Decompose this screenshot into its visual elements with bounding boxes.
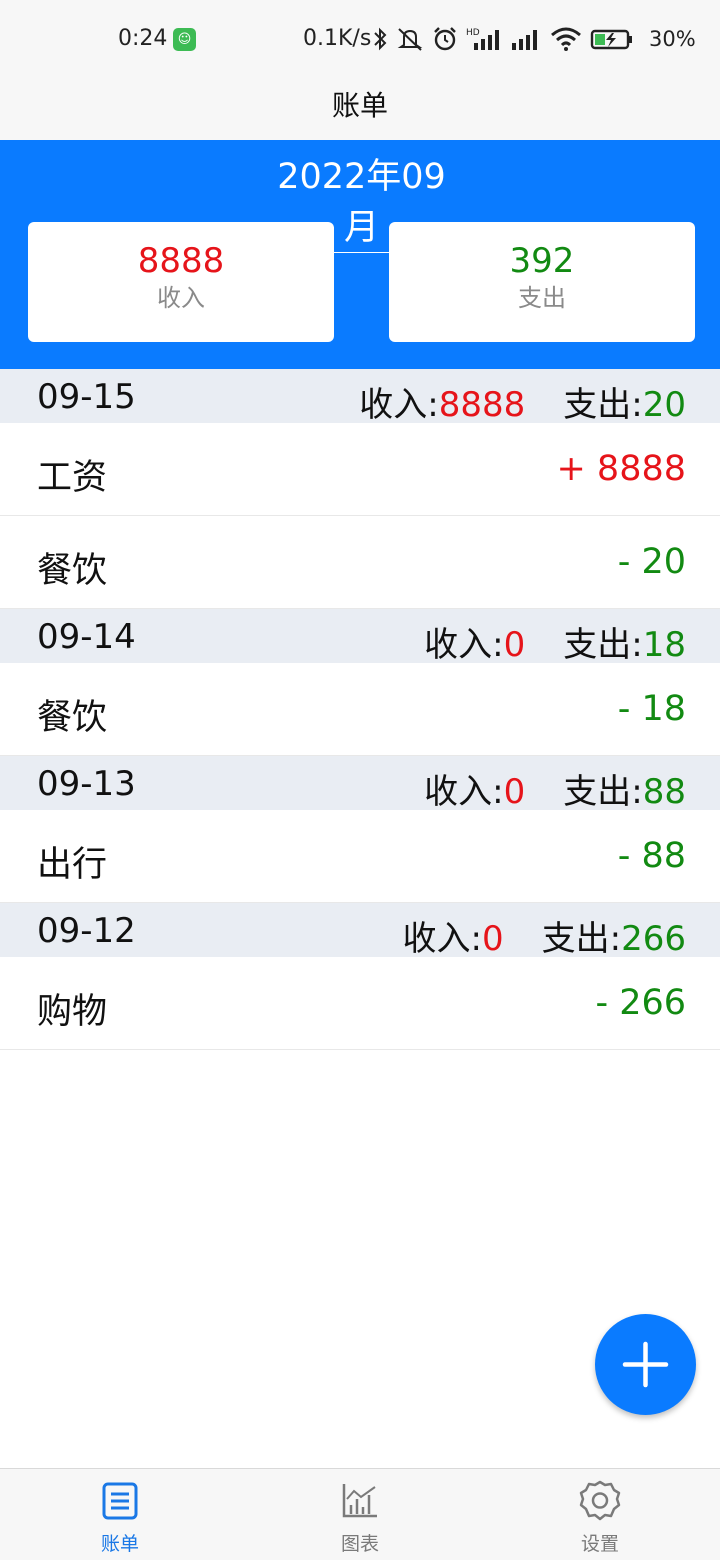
bottom-nav: 账单 图表 设置 — [0, 1468, 720, 1560]
day-date: 09-14 — [37, 617, 136, 657]
expense-label: 支出 — [518, 284, 566, 312]
day-date: 09-12 — [37, 911, 136, 951]
transaction-category: 餐饮 — [37, 551, 108, 591]
transaction-amount: - 266 — [595, 983, 686, 1023]
nav-label: 账单 — [100, 1533, 139, 1555]
signal-icon — [512, 30, 537, 50]
day-income: 8888 — [438, 385, 526, 425]
day-sums: 收入:0 支出:88 — [424, 764, 686, 813]
transaction-amount: - 20 — [617, 542, 686, 582]
transaction-row[interactable]: 餐饮 - 20 — [0, 516, 720, 609]
day-income: 0 — [503, 772, 526, 812]
settings-gear-icon — [579, 1480, 621, 1521]
income-card[interactable]: 8888 收入 — [28, 222, 334, 342]
income-prefix: 收入: — [424, 772, 504, 812]
chart-icon — [342, 1484, 377, 1518]
transaction-category: 购物 — [37, 992, 108, 1032]
expense-prefix: 支出: — [563, 625, 643, 665]
title-bar: 账单 — [0, 80, 720, 140]
day-income: 0 — [503, 625, 526, 665]
page-title: 账单 — [331, 89, 388, 122]
day-expense: 20 — [642, 385, 686, 425]
nav-tab-charts[interactable]: 图表 — [240, 1469, 480, 1560]
income-total: 8888 — [137, 241, 225, 281]
nav-label: 设置 — [580, 1533, 619, 1555]
app-notification-icon: ☺ — [173, 28, 196, 51]
status-bar: 0:24 ☺ 0.1K/s HD 30% — [0, 0, 720, 80]
day-expense: 88 — [642, 772, 686, 812]
income-prefix: 收入: — [359, 385, 439, 425]
transaction-amount: - 88 — [617, 836, 686, 876]
day-expense: 18 — [642, 625, 686, 665]
bluetooth-icon — [374, 27, 387, 51]
expense-prefix: 支出: — [541, 919, 622, 959]
day-header: 09-15 收入:8888 支出:20 — [0, 369, 720, 426]
nav-tab-bills[interactable]: 账单 — [0, 1469, 240, 1560]
day-header: 09-14 收入:0 支出:18 — [0, 609, 720, 666]
income-label: 收入 — [157, 284, 205, 312]
hd-signal-icon: HD — [466, 28, 499, 50]
expense-total: 392 — [509, 241, 575, 281]
add-record-button[interactable] — [595, 1314, 696, 1415]
nav-label: 图表 — [340, 1533, 379, 1555]
transaction-row[interactable]: 餐饮 - 18 — [0, 663, 720, 756]
summary-header: 2022年09月 8888 收入 392 支出 — [0, 140, 720, 369]
day-expense: 266 — [621, 919, 686, 959]
income-prefix: 收入: — [402, 919, 482, 959]
network-speed: 0.1K/s — [303, 26, 372, 51]
nav-tab-settings[interactable]: 设置 — [480, 1469, 720, 1560]
mute-icon — [397, 28, 423, 51]
status-icons: HD — [372, 24, 642, 54]
transaction-amount: + 8888 — [556, 449, 686, 489]
status-time: 0:24 — [118, 26, 168, 51]
transaction-category: 出行 — [37, 845, 108, 885]
transaction-amount: - 18 — [617, 689, 686, 729]
expense-prefix: 支出: — [563, 772, 643, 812]
day-header: 09-13 收入:0 支出:88 — [0, 756, 720, 813]
transaction-row[interactable]: 出行 - 88 — [0, 810, 720, 903]
day-sums: 收入:0 支出:266 — [403, 911, 686, 960]
transaction-category: 餐饮 — [37, 698, 108, 738]
day-income: 0 — [481, 919, 504, 959]
bill-icon — [102, 1482, 138, 1520]
svg-text:HD: HD — [466, 28, 480, 38]
day-header: 09-12 收入:0 支出:266 — [0, 903, 720, 960]
battery-percent: 30% — [649, 27, 696, 51]
transaction-row[interactable]: 购物 - 266 — [0, 957, 720, 1050]
wifi-icon — [551, 27, 581, 51]
transaction-row[interactable]: 工资 + 8888 — [0, 423, 720, 516]
day-date: 09-15 — [37, 377, 136, 417]
income-prefix: 收入: — [424, 625, 504, 665]
battery-charging-icon — [590, 29, 632, 50]
day-sums: 收入:8888 支出:20 — [359, 377, 686, 426]
alarm-icon — [434, 27, 456, 51]
day-date: 09-13 — [37, 764, 136, 804]
day-sums: 收入:0 支出:18 — [424, 617, 686, 666]
expense-prefix: 支出: — [563, 385, 643, 425]
transaction-category: 工资 — [37, 458, 108, 498]
transaction-list: 09-15 收入:8888 支出:20 工资 + 8888 餐饮 - 20 09-… — [0, 369, 720, 1050]
plus-icon — [622, 1341, 669, 1388]
expense-card[interactable]: 392 支出 — [389, 222, 695, 342]
